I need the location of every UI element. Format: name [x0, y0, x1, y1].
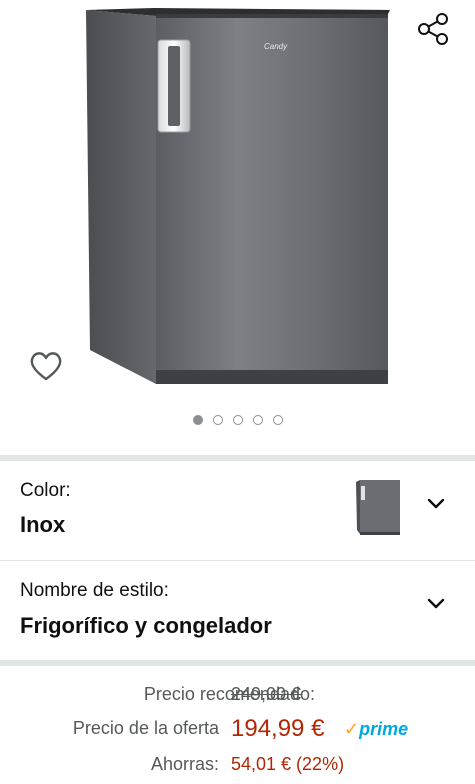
- chevron-down-icon[interactable]: [426, 597, 446, 611]
- savings-label: Ahorras:: [150, 754, 219, 774]
- share-icon[interactable]: [414, 10, 452, 48]
- image-carousel-dots: [0, 410, 475, 430]
- color-value: Inox: [20, 512, 66, 537]
- carousel-dot-2[interactable]: [212, 415, 223, 425]
- style-label: Nombre de estilo:: [20, 580, 169, 601]
- prime-badge: ✓prime: [344, 719, 408, 740]
- list-price: 249,00 €: [231, 684, 302, 704]
- section-divider: [0, 455, 475, 461]
- prime-label: prime: [359, 719, 409, 739]
- carousel-dot-4[interactable]: [252, 415, 263, 425]
- carousel-dot-1[interactable]: [192, 415, 203, 425]
- deal-price: 194,99 €: [231, 715, 325, 742]
- carousel-dot-3[interactable]: [232, 415, 243, 425]
- style-value: Frigorífico y congelador: [20, 613, 272, 638]
- style-selector[interactable]: Nombre de estilo: Frigorífico y congelad…: [0, 562, 475, 658]
- brand-logo: Candy: [264, 42, 288, 51]
- heart-outline-icon[interactable]: [26, 346, 66, 386]
- carousel-dot-5[interactable]: [272, 415, 283, 425]
- section-divider: [0, 660, 475, 666]
- chevron-down-icon[interactable]: [426, 497, 446, 511]
- color-label: Color:: [20, 480, 71, 501]
- savings-value: 54,01 € (22%): [231, 754, 345, 774]
- deal-price-label: Precio de la oferta: [72, 718, 219, 738]
- product-image[interactable]: Candy: [84, 6, 390, 384]
- color-swatch-thumbnail[interactable]: [352, 476, 404, 540]
- prime-check-icon: ✓: [344, 719, 360, 739]
- row-divider: [0, 560, 475, 561]
